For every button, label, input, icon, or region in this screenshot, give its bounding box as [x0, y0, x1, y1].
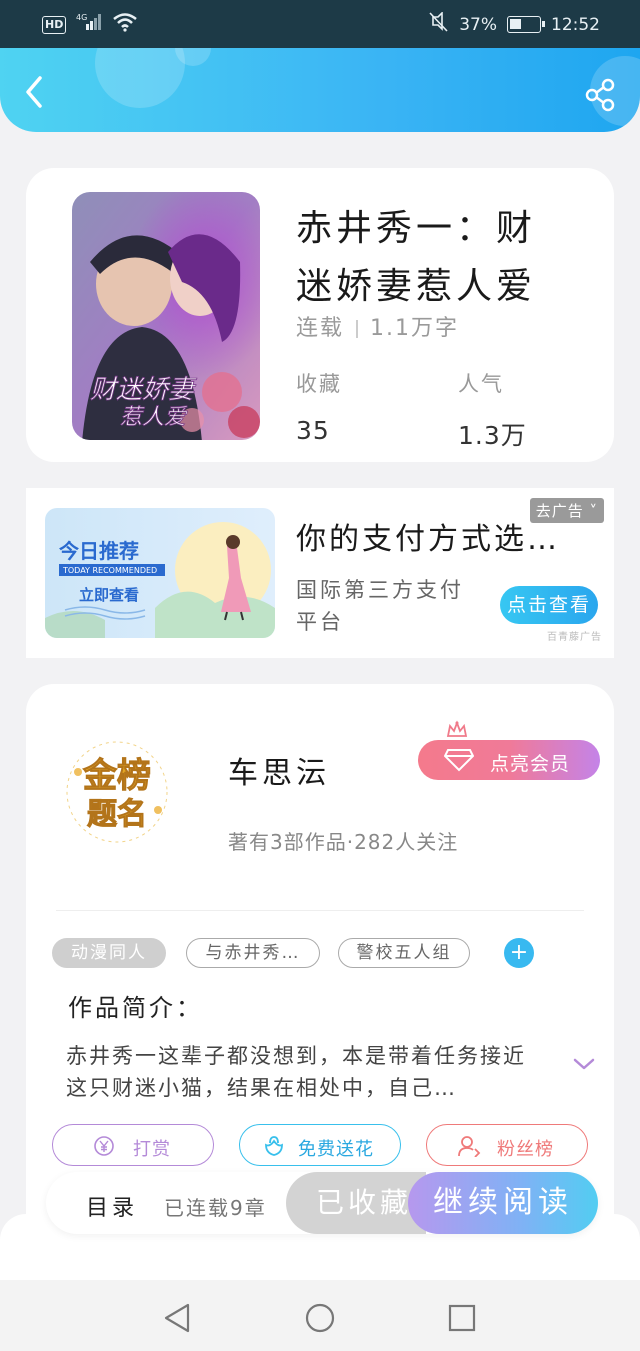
- ad-banner-title: 今日推荐: [59, 539, 139, 563]
- plus-icon: +: [509, 940, 529, 965]
- collected-button[interactable]: 已收藏: [286, 1172, 426, 1234]
- chevron-down-icon: ˅: [583, 502, 598, 520]
- book-title-line2: 迷娇妻惹人爱: [296, 266, 537, 307]
- share-button[interactable]: [584, 78, 618, 112]
- mute-icon: [429, 11, 449, 37]
- author-stats: 著有3部作品·282人关注: [228, 830, 459, 854]
- popularity-value: 1.3万: [458, 421, 527, 450]
- book-word-count: 1.1万字: [370, 316, 460, 341]
- remove-ad-label: 去广告: [535, 502, 584, 520]
- signal-icon: 4G: [76, 12, 102, 37]
- intro-text: 赤井秀一这辈子都没想到，本是带着任务接近这只财迷小猫，结果在相处中，自己…: [66, 1044, 526, 1100]
- fans-ranking-label: 粉丝榜: [497, 1139, 554, 1160]
- network-label: 4G: [76, 13, 87, 22]
- avatar-text-line1: 金榜: [82, 756, 151, 796]
- popularity-label: 人气: [458, 372, 504, 396]
- divider: [56, 910, 584, 911]
- free-flowers-label: 免费送花: [298, 1139, 374, 1160]
- svg-text:财迷娇妻: 财迷娇妻: [90, 375, 197, 405]
- wifi-icon: [112, 12, 138, 37]
- expand-intro-button[interactable]: [572, 1056, 596, 1076]
- book-cover[interactable]: 财迷娇妻 惹人爱: [72, 192, 260, 440]
- continue-reading-button[interactable]: 继续阅读: [408, 1172, 598, 1234]
- bottom-action-bar: 目录 已连载9章 已收藏 继续阅读: [46, 1172, 598, 1234]
- fans-ranking-button[interactable]: 粉丝榜: [426, 1124, 588, 1166]
- add-tag-button[interactable]: +: [504, 938, 534, 968]
- top-header: [0, 48, 640, 132]
- nav-back-icon[interactable]: [162, 1302, 192, 1334]
- ad-cta-button[interactable]: 点击查看: [500, 586, 598, 624]
- tag-item[interactable]: 动漫同人: [52, 938, 166, 968]
- ad-banner-cta: 立即查看: [79, 586, 139, 604]
- author-name[interactable]: 车思沄: [228, 748, 330, 792]
- favorites-value: 35: [296, 416, 330, 445]
- tag-item[interactable]: 警校五人组: [338, 938, 470, 968]
- reward-label: 打赏: [133, 1139, 171, 1160]
- book-status: 连载: [296, 316, 345, 341]
- share-icon: [585, 78, 615, 112]
- hd-indicator: HD: [42, 15, 67, 34]
- chevron-down-icon: [573, 1058, 595, 1070]
- ad-banner-image[interactable]: 今日推荐 TODAY RECOMMENDED 立即查看: [45, 508, 275, 638]
- book-info-card: 财迷娇妻 惹人爱 赤井秀一：财 迷娇妻惹人爱 连载 1.1万字 收藏 人气 35 …: [26, 168, 614, 462]
- book-title: 赤井秀一：财 迷娇妻惹人爱: [296, 200, 586, 316]
- book-title-line1: 赤井秀一：财: [296, 208, 537, 249]
- battery-icon: [507, 16, 545, 33]
- svg-text:惹人爱: 惹人爱: [120, 405, 188, 430]
- clock: 12:52: [551, 14, 600, 35]
- free-flowers-button[interactable]: 免费送花: [239, 1124, 401, 1166]
- ad-title[interactable]: 你的支付方式选…: [296, 514, 560, 558]
- nav-home-icon[interactable]: [304, 1302, 336, 1334]
- diamond-icon: [444, 749, 474, 772]
- flower-icon: [265, 1136, 283, 1156]
- vip-button-label: 点亮会员: [490, 753, 571, 775]
- remove-ad-button[interactable]: 去广告 ˅: [529, 498, 604, 523]
- ad-banner-subtitle: TODAY RECOMMENDED: [62, 566, 157, 575]
- user-ranking-icon: [458, 1136, 481, 1157]
- ad-description: 国际第三方支付平台: [296, 578, 464, 634]
- ad-source: 百青藤广告: [547, 632, 602, 643]
- ad-card[interactable]: 今日推荐 TODAY RECOMMENDED 立即查看 你的支付方式选… 国际第…: [26, 488, 614, 658]
- avatar-text-line2: 题名: [87, 797, 147, 832]
- back-button[interactable]: [18, 70, 54, 110]
- intro-label: 作品简介：: [68, 994, 203, 1022]
- favorites-label: 收藏: [296, 372, 342, 396]
- chapters-count: 已连载9章: [164, 1196, 267, 1220]
- vip-button[interactable]: 点亮会员: [418, 740, 600, 780]
- status-bar: HD 4G 37% 12:52: [0, 0, 640, 48]
- author-card: 金榜 题名 车思沄 著有3部作品·282人关注 点亮会员 动漫同人 与赤井秀… …: [26, 684, 614, 1244]
- system-nav-bar: [0, 1280, 640, 1351]
- nav-recents-icon[interactable]: [448, 1302, 476, 1334]
- battery-percent: 37%: [459, 14, 497, 35]
- reward-button[interactable]: 打赏: [52, 1124, 214, 1166]
- book-meta: 连载 1.1万字: [296, 310, 459, 342]
- chevron-left-icon: [26, 76, 42, 108]
- toc-button[interactable]: 目录: [86, 1190, 138, 1222]
- tag-item[interactable]: 与赤井秀…: [186, 938, 320, 968]
- yen-coin-icon: [94, 1136, 114, 1156]
- author-avatar[interactable]: 金榜 题名: [62, 732, 172, 852]
